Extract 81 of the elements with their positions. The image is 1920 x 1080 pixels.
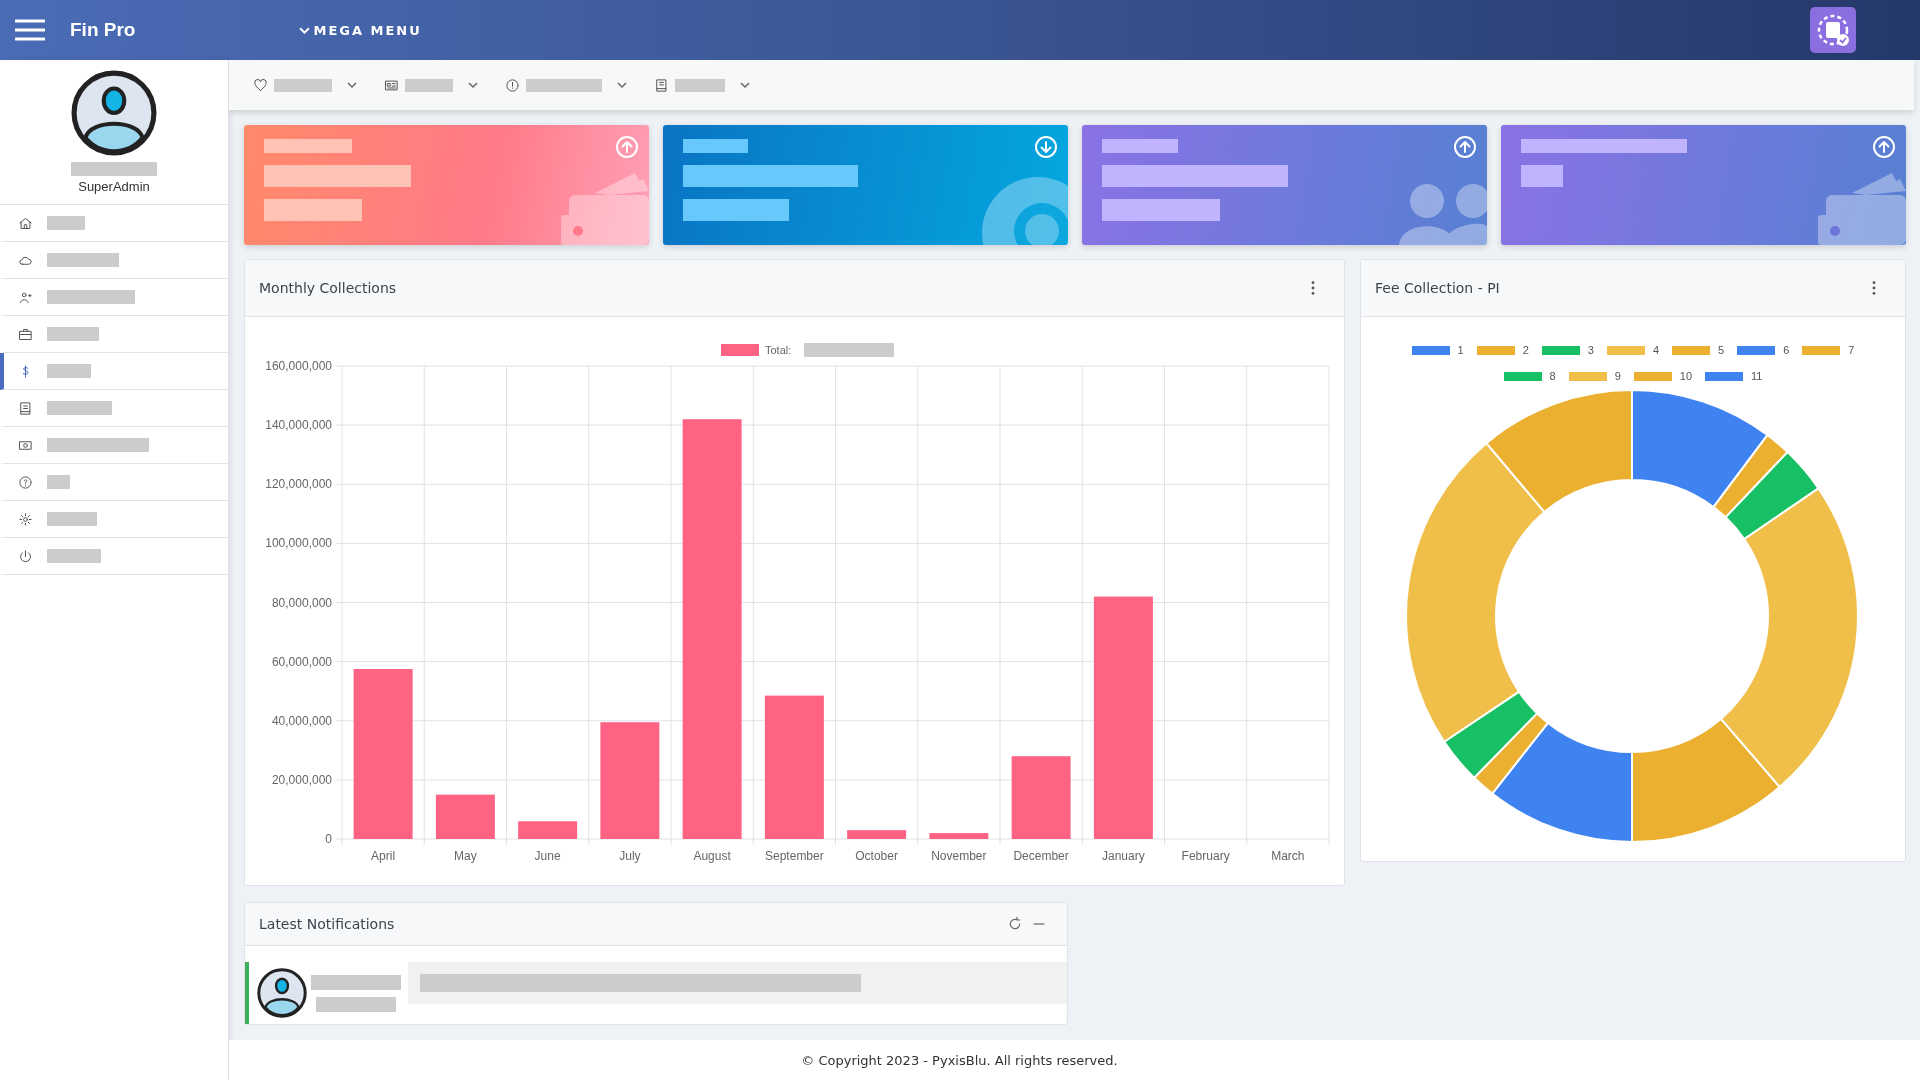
legend-label: Total: <box>765 344 792 356</box>
legend-label: 6 <box>1783 344 1790 356</box>
redacted-block <box>47 364 91 378</box>
help-icon <box>18 474 33 490</box>
id-card-icon <box>384 77 399 93</box>
redacted-block <box>47 549 101 563</box>
document-icon <box>654 77 669 93</box>
legend-label: 4 <box>1652 344 1660 356</box>
axis-tick-label: 40,000,000 <box>271 713 332 728</box>
chevron-down-icon <box>467 79 479 91</box>
more-options-icon[interactable] <box>1310 280 1316 296</box>
chevron-down-icon <box>346 79 358 91</box>
app-logo-icon[interactable] <box>1810 7 1856 53</box>
legend-label: 5 <box>1718 344 1725 356</box>
redacted-block <box>47 475 70 489</box>
legend-label: 10 <box>1679 370 1693 382</box>
chevron-down-icon <box>739 79 751 91</box>
axis-category-label: October <box>855 849 898 863</box>
axis-category-label: November <box>931 849 987 863</box>
redacted-block <box>675 78 725 92</box>
redacted-block <box>47 401 112 415</box>
legend-label: 8 <box>1549 370 1556 382</box>
legend-label: 9 <box>1614 370 1621 382</box>
axis-category-label: September <box>765 849 824 863</box>
mega-menu-button[interactable]: MEGA MENU <box>295 18 426 42</box>
axis-category-label: December <box>1013 849 1069 863</box>
axis-category-label: May <box>454 849 477 863</box>
bar <box>929 833 989 839</box>
axis-category-label: July <box>619 849 641 863</box>
axis-tick-label: 80,000,000 <box>271 595 332 610</box>
axis-tick-label: 140,000,000 <box>265 418 332 433</box>
avatar-icon[interactable] <box>71 70 157 156</box>
redacted-block <box>47 216 85 230</box>
briefcase-icon <box>18 326 33 342</box>
axis-category-label: June <box>534 849 561 863</box>
legend-label: 3 <box>1587 344 1594 356</box>
redacted-block <box>405 78 453 92</box>
bar <box>847 830 907 839</box>
avatar-icon <box>257 968 307 1018</box>
panel-title: Latest Notifications <box>259 916 395 932</box>
chevron-down-icon <box>616 79 628 91</box>
panel-title: Monthly Collections <box>259 280 397 296</box>
axis-tick-label: 20,000,000 <box>271 772 332 787</box>
axis-category-label: April <box>371 849 396 863</box>
refresh-icon[interactable] <box>1007 916 1023 932</box>
legend-label: 11 <box>1751 370 1763 382</box>
app-title: Fin Pro <box>70 19 136 41</box>
axis-tick-label: 160,000,000 <box>265 359 332 373</box>
copyright-text: © Copyright 2023 - PyxisBlu. All rights reserved. <box>801 1052 1118 1068</box>
legend-label: 1 <box>1457 344 1464 356</box>
axis-category-label: February <box>1181 849 1230 863</box>
more-options-icon[interactable] <box>1871 280 1877 296</box>
redacted-block <box>683 139 748 153</box>
redacted-block <box>47 327 99 341</box>
axis-category-label: August <box>693 849 731 863</box>
document-icon <box>18 400 33 416</box>
notification-item[interactable] <box>245 962 1067 1024</box>
axis-tick-label: 120,000,000 <box>265 477 332 492</box>
panel-title: Fee Collection - PI <box>1375 280 1500 296</box>
axis-tick-label: 60,000,000 <box>271 654 332 669</box>
redacted-block <box>1521 165 1563 187</box>
legend-label: 7 <box>1848 344 1855 356</box>
home-icon <box>18 215 33 231</box>
settings-icon <box>18 511 33 527</box>
axis-category-label: March <box>1271 849 1305 863</box>
bar <box>518 821 578 839</box>
redacted-block <box>47 512 97 526</box>
axis-category-label: January <box>1102 849 1145 863</box>
heart-icon <box>253 77 268 93</box>
axis-tick-label: 100,000,000 <box>265 536 332 551</box>
info-icon <box>505 77 520 93</box>
redacted-block <box>47 253 119 267</box>
redacted-block <box>274 78 332 92</box>
axis-tick-label: 0 <box>325 832 332 846</box>
legend-label: 2 <box>1522 344 1529 356</box>
power-icon <box>18 548 33 564</box>
menu-icon[interactable] <box>15 19 45 41</box>
legend-swatch <box>721 344 759 356</box>
sidebar-item[interactable] <box>0 353 228 390</box>
bar <box>435 794 495 839</box>
user-role: SuperAdmin <box>78 179 150 194</box>
